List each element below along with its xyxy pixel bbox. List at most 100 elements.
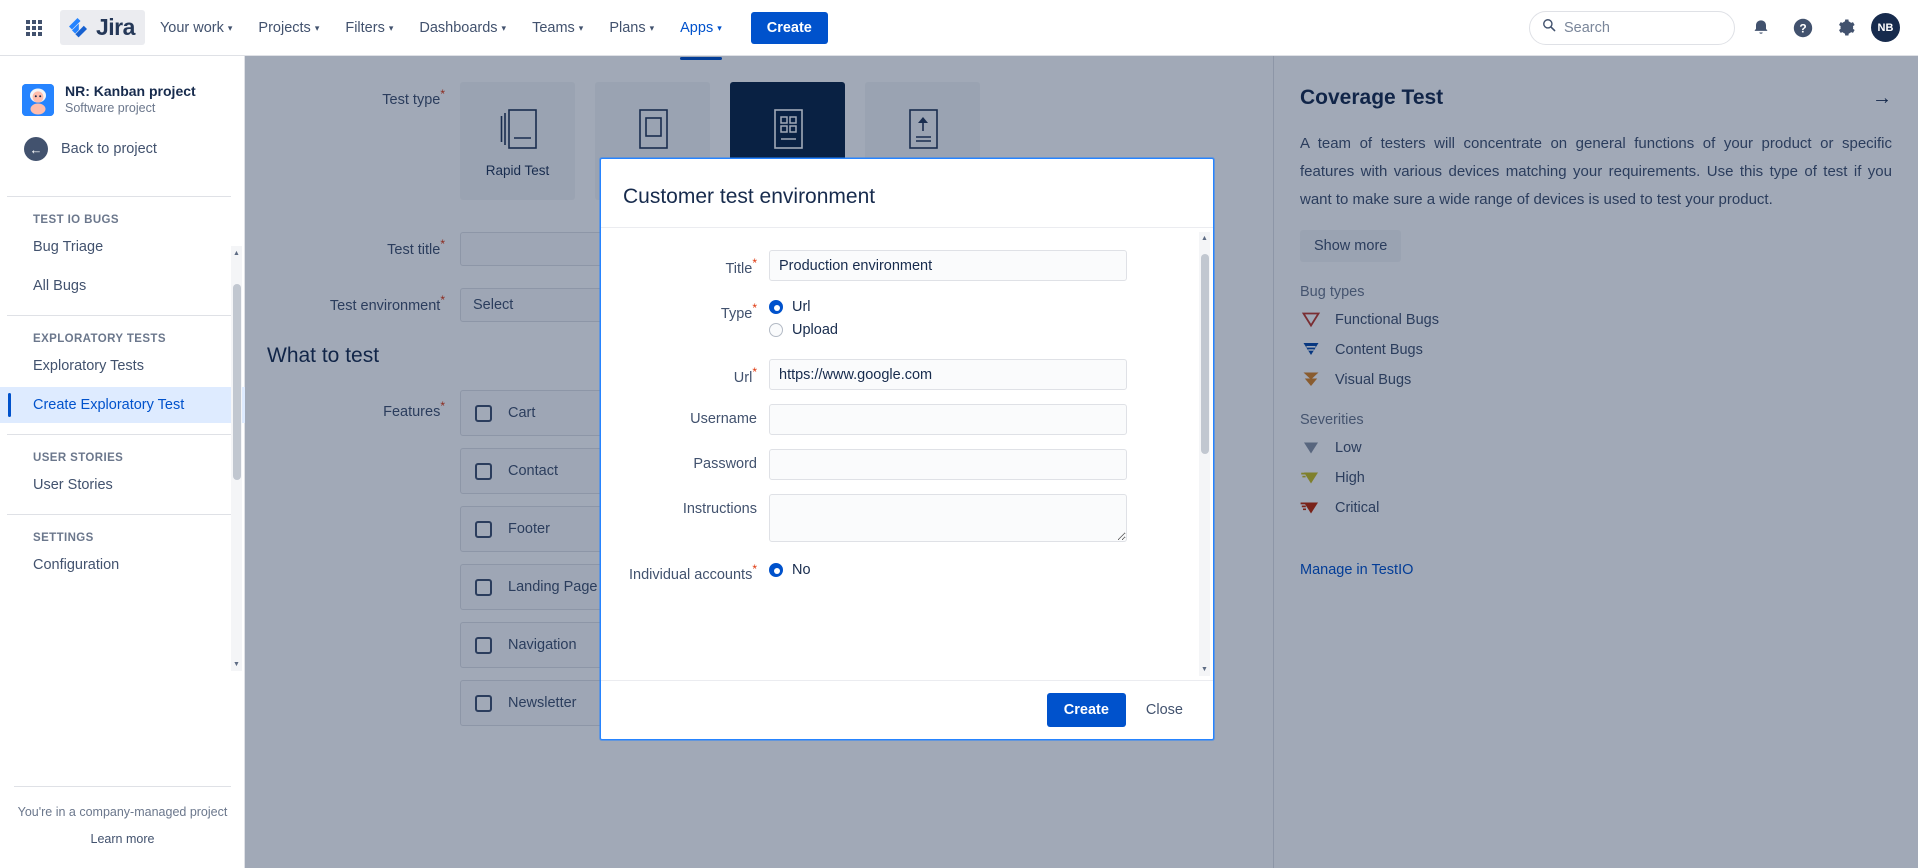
modal-individual-accounts-row: Individual accounts* No <box>601 556 1203 585</box>
scroll-down-arrow-icon[interactable]: ▼ <box>231 657 242 671</box>
scroll-up-arrow-icon[interactable]: ▲ <box>231 246 242 260</box>
type-radio-upload[interactable]: Upload <box>769 322 838 338</box>
user-avatar[interactable]: NB <box>1871 13 1900 42</box>
select-value: Select <box>473 297 514 313</box>
create-button[interactable]: Create <box>750 11 828 44</box>
scrollbar-thumb[interactable] <box>233 284 241 480</box>
required-asterisk: * <box>752 301 757 315</box>
scrollbar-thumb[interactable] <box>1201 254 1209 454</box>
severity-critical: Critical <box>1300 498 1892 518</box>
rapid-test-icon <box>500 108 537 149</box>
severity-label: High <box>1335 470 1365 486</box>
label-text: Features <box>383 403 441 420</box>
modal-scrollbar[interactable] <box>1199 232 1210 676</box>
username-field[interactable] <box>769 404 1127 435</box>
search-icon <box>1542 18 1556 37</box>
feature-checkbox[interactable] <box>475 462 492 480</box>
arrow-right-icon[interactable]: → <box>1872 87 1892 110</box>
bug-type-label: Visual Bugs <box>1335 372 1412 388</box>
top-navigation-bar: Jira Your work ▾ Projects ▾ Filters ▾ Da… <box>0 0 1918 60</box>
severity-label: Critical <box>1335 500 1380 516</box>
nav-label: Filters <box>345 19 385 36</box>
bug-type-content: Content Bugs <box>1300 340 1892 360</box>
bug-type-functional: Functional Bugs <box>1300 310 1892 330</box>
bug-type-label: Functional Bugs <box>1335 312 1439 328</box>
type-radio-url[interactable]: Url <box>769 299 838 315</box>
back-to-project-button[interactable]: ← Back to project <box>0 116 244 161</box>
bug-types-heading: Bug types <box>1300 284 1365 300</box>
divider <box>14 786 231 787</box>
test-type-card-rapid-test[interactable]: Rapid Test <box>460 82 575 200</box>
nav-item-dashboards[interactable]: Dashboards ▾ <box>408 12 517 44</box>
project-header[interactable]: NR: Kanban project Software project <box>0 56 244 116</box>
coverage-test-icon <box>773 108 803 149</box>
feature-checkbox[interactable] <box>475 404 492 422</box>
chevron-down-icon: ▾ <box>388 23 394 33</box>
feature-checkbox[interactable] <box>475 694 492 712</box>
show-more-button[interactable]: Show more <box>1300 230 1402 262</box>
feature-name: Landing Page <box>508 579 598 595</box>
modal-title-field-row: Title* <box>601 250 1203 281</box>
nav-item-apps[interactable]: Apps ▾ <box>669 12 733 60</box>
scroll-down-arrow-icon[interactable]: ▼ <box>1199 663 1210 676</box>
nav-item-teams[interactable]: Teams ▾ <box>521 12 594 44</box>
individual-accounts-radio-group: No <box>769 556 811 585</box>
individual-accounts-radio-no[interactable]: No <box>769 562 811 578</box>
jira-wordmark: Jira <box>96 14 135 40</box>
modal-close-button[interactable]: Close <box>1134 693 1195 727</box>
radio-indicator <box>769 563 783 577</box>
type-radio-group: Url Upload <box>769 295 838 345</box>
feature-checkbox[interactable] <box>475 578 492 596</box>
severity-high: High <box>1300 468 1892 488</box>
type-field-label: Type* <box>601 295 769 322</box>
modal-username-field-row: Username <box>601 404 1203 435</box>
sidebar-item-bug-triage[interactable]: Bug Triage <box>0 229 245 265</box>
nav-item-plans[interactable]: Plans ▾ <box>598 12 665 44</box>
app-switcher-icon[interactable] <box>18 12 50 44</box>
panel-header: Coverage Test → <box>1300 86 1892 110</box>
sidebar-section-exploratory-tests: EXPLORATORY TESTS <box>33 333 166 345</box>
sidebar-item-exploratory-tests[interactable]: Exploratory Tests <box>0 348 245 384</box>
password-field[interactable] <box>769 449 1127 480</box>
url-field[interactable] <box>769 359 1127 390</box>
sidebar-section-user-stories: USER STORIES <box>33 452 124 464</box>
sidebar-item-all-bugs[interactable]: All Bugs <box>0 268 245 304</box>
jira-logo-icon <box>66 16 90 40</box>
feature-name: Newsletter <box>508 695 577 711</box>
functional-bug-icon <box>1301 312 1321 328</box>
required-asterisk: * <box>440 399 445 413</box>
sidebar-item-create-exploratory-test[interactable]: Create Exploratory Test <box>0 387 245 423</box>
nav-item-filters[interactable]: Filters ▾ <box>334 12 404 44</box>
nav-item-your-work[interactable]: Your work ▾ <box>149 12 243 44</box>
test-title-label: Test title* <box>245 228 460 258</box>
modal-title: Customer test environment <box>623 185 876 208</box>
title-field[interactable] <box>769 250 1127 281</box>
settings-gear-icon[interactable] <box>1829 12 1861 44</box>
nav-label: Your work <box>159 19 224 36</box>
instructions-field[interactable] <box>769 494 1127 542</box>
feature-name: Navigation <box>508 637 577 653</box>
radio-label: Url <box>792 299 811 315</box>
manage-in-testio-link[interactable]: Manage in TestIO <box>1300 562 1892 578</box>
chevron-down-icon: ▾ <box>227 23 233 33</box>
chevron-down-icon: ▾ <box>314 23 320 33</box>
learn-more-link[interactable]: Learn more <box>10 832 235 846</box>
feature-checkbox[interactable] <box>475 636 492 654</box>
label-text: Url <box>733 369 753 386</box>
scroll-up-arrow-icon[interactable]: ▲ <box>1199 232 1210 245</box>
severities-heading: Severities <box>1300 412 1364 428</box>
notifications-bell-icon[interactable] <box>1745 12 1777 44</box>
sidebar-scroll-region: TEST IO BUGS Bug Triage All Bugs EXPLORA… <box>0 185 245 772</box>
sidebar-scrollbar[interactable] <box>231 246 242 671</box>
help-icon[interactable]: ? <box>1787 12 1819 44</box>
sidebar-item-user-stories[interactable]: User Stories <box>0 467 245 503</box>
nav-item-projects[interactable]: Projects ▾ <box>247 12 330 44</box>
bug-type-label: Content Bugs <box>1335 342 1423 358</box>
search-input[interactable]: Search <box>1529 10 1735 45</box>
label-text: Individual accounts <box>629 566 753 583</box>
jira-home-logo[interactable]: Jira <box>60 10 145 45</box>
sidebar-item-configuration[interactable]: Configuration <box>0 547 245 583</box>
modal-create-button[interactable]: Create <box>1046 693 1126 727</box>
feature-checkbox[interactable] <box>475 520 492 538</box>
features-label: Features* <box>245 390 460 420</box>
